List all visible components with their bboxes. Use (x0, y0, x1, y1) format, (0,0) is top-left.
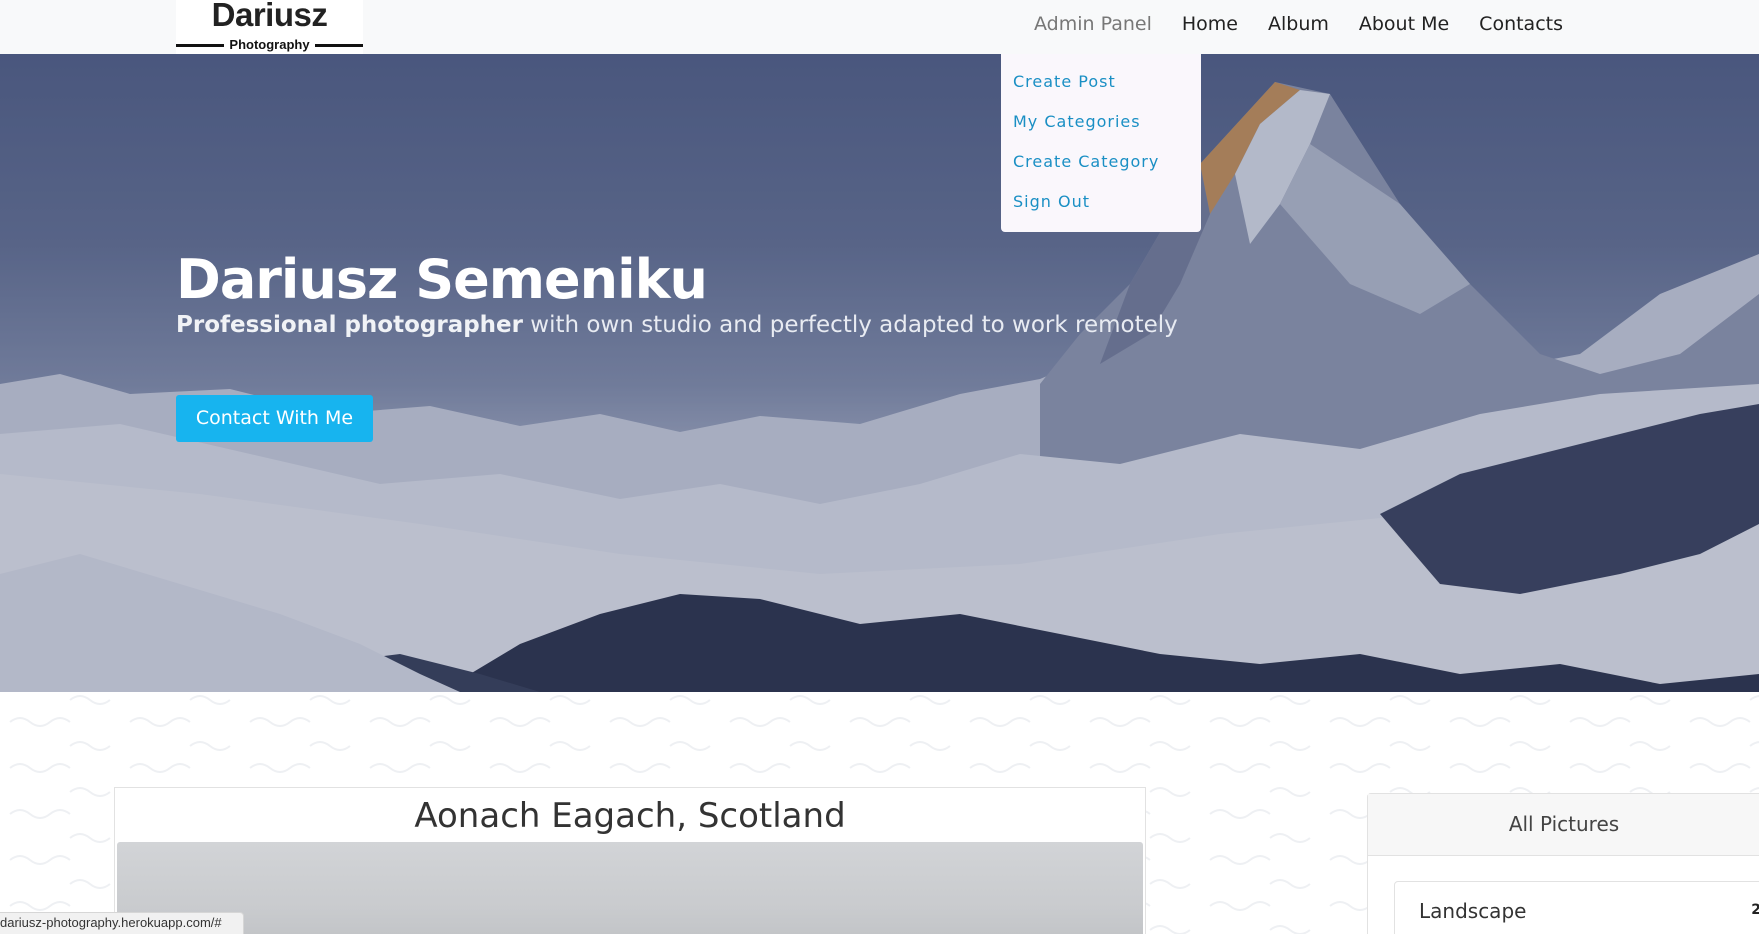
hero-subtitle: Professional photographer with own studi… (176, 312, 1178, 338)
post-title[interactable]: Aonach Eagach, Scotland (115, 796, 1145, 836)
navbar: Dariusz Photography Admin Panel Home Alb… (0, 0, 1759, 54)
dropdown-sign-out[interactable]: Sign Out (1001, 192, 1201, 232)
post-image[interactable] (117, 842, 1143, 934)
logo-line-left (176, 44, 224, 47)
status-url: dariusz-photography.herokuapp.com/# (0, 915, 222, 930)
browser-status-bar: dariusz-photography.herokuapp.com/# (0, 912, 244, 934)
post-card: Aonach Eagach, Scotland (114, 787, 1146, 934)
dropdown-create-category[interactable]: Create Category (1001, 152, 1201, 192)
nav-contacts[interactable]: Contacts (1479, 13, 1563, 35)
hero-subtitle-bold: Professional photographer (176, 312, 523, 338)
logo-line-right (315, 44, 363, 47)
nav-admin-panel[interactable]: Admin Panel (1034, 13, 1152, 35)
categories-header: All Pictures (1368, 794, 1759, 856)
hero-subtitle-rest: with own studio and perfectly adapted to… (523, 312, 1178, 338)
hero-section: Dariusz Semeniku Professional photograph… (0, 54, 1759, 692)
nav-album[interactable]: Album (1268, 13, 1329, 35)
logo-main-text: Dariusz (211, 0, 328, 33)
category-item-landscape[interactable]: Landscape 2 (1394, 881, 1759, 934)
logo-sub-text: Photography (229, 37, 310, 52)
contact-with-me-button[interactable]: Contact With Me (176, 395, 373, 442)
categories-card: All Pictures Landscape 2 (1367, 793, 1759, 934)
category-label: Landscape (1419, 899, 1527, 923)
nav-menu: Admin Panel Home Album About Me Contacts (1034, 13, 1563, 35)
admin-dropdown-menu: Create Post My Categories Create Categor… (1001, 54, 1201, 232)
hero-overlay (0, 54, 1759, 692)
dropdown-my-categories[interactable]: My Categories (1001, 112, 1201, 152)
category-count-badge: 2 (1751, 902, 1759, 918)
hero-title: Dariusz Semeniku (176, 248, 708, 311)
dropdown-create-post[interactable]: Create Post (1001, 72, 1201, 112)
nav-home[interactable]: Home (1182, 13, 1238, 35)
content-section: Aonach Eagach, Scotland All Pictures Lan… (0, 692, 1759, 934)
logo-sub-row: Photography (176, 37, 363, 53)
nav-about-me[interactable]: About Me (1359, 13, 1449, 35)
categories-title[interactable]: All Pictures (1368, 812, 1759, 836)
site-logo[interactable]: Dariusz Photography (176, 0, 363, 54)
